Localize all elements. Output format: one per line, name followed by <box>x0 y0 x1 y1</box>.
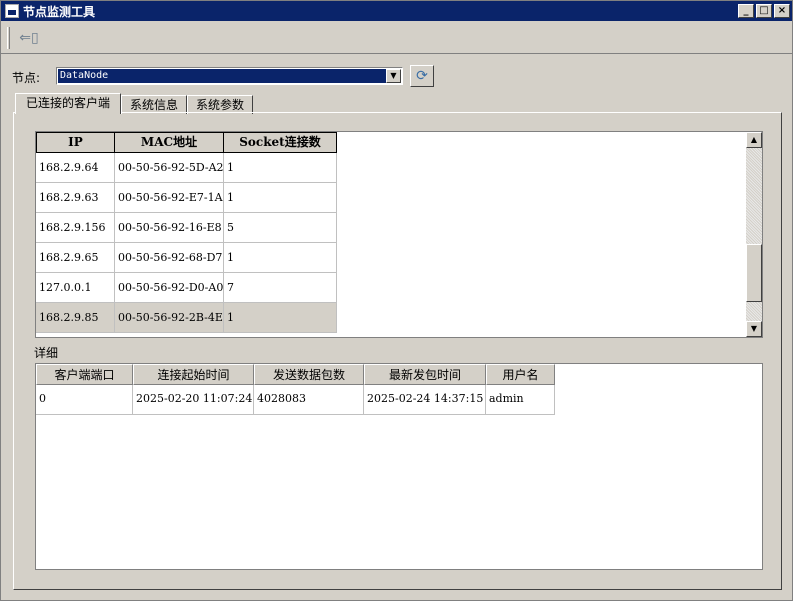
tab-strip: 已连接的客户端 系统信息 系统参数 <box>15 93 254 114</box>
column-header-ip[interactable]: IP <box>36 132 115 153</box>
column-header-socket-count[interactable]: Socket连接数 <box>224 132 337 153</box>
toolbar: ⇐▯ <box>1 22 792 54</box>
table-row[interactable]: 168.2.9.65 00-50-56-92-68-D7 1 <box>36 243 337 273</box>
disconnect-icon[interactable]: ⇐▯ <box>17 27 41 49</box>
vertical-scrollbar[interactable]: ▲ ▼ <box>746 132 762 337</box>
refresh-icon: ⟳ <box>416 68 428 84</box>
column-header-username[interactable]: 用户名 <box>486 364 555 385</box>
scroll-up-icon[interactable]: ▲ <box>746 132 762 148</box>
node-select[interactable]: DataNode ▼ <box>56 67 403 85</box>
refresh-button[interactable]: ⟳ <box>410 65 434 87</box>
column-header-mac[interactable]: MAC地址 <box>115 132 224 153</box>
close-button[interactable]: × <box>774 4 790 18</box>
toolbar-grip[interactable] <box>7 27 10 49</box>
column-header-packet-count[interactable]: 发送数据包数 <box>254 364 364 385</box>
app-icon <box>5 4 19 18</box>
node-select-value: DataNode <box>58 69 386 83</box>
table-row[interactable]: 0 2025-02-20 11:07:24 4028083 2025-02-24… <box>36 385 555 415</box>
table-row[interactable]: 127.0.0.1 00-50-56-92-D0-A0 7 <box>36 273 337 303</box>
scroll-down-icon[interactable]: ▼ <box>746 321 762 337</box>
window-title: 节点监测工具 <box>23 4 96 19</box>
tab-connected-clients[interactable]: 已连接的客户端 <box>15 93 122 114</box>
main-window: 节点监测工具 _ □ × ⇐▯ 节点: DataNode ▼ ⟳ 已连接的客户端… <box>0 0 793 601</box>
maximize-button[interactable]: □ <box>756 4 772 18</box>
minimize-button[interactable]: _ <box>738 4 754 18</box>
title-bar: 节点监测工具 _ □ × <box>1 1 792 21</box>
detail-table-header: 客户端端口 连接起始时间 发送数据包数 最新发包时间 用户名 <box>36 364 555 385</box>
table-row[interactable]: 168.2.9.64 00-50-56-92-5D-A2 1 <box>36 153 337 183</box>
chevron-down-icon[interactable]: ▼ <box>386 69 401 83</box>
detail-table: 客户端端口 连接起始时间 发送数据包数 最新发包时间 用户名 0 2025-02… <box>35 363 763 570</box>
column-header-start-time[interactable]: 连接起始时间 <box>133 364 254 385</box>
column-header-client-port[interactable]: 客户端端口 <box>36 364 133 385</box>
table-row-selected[interactable]: 168.2.9.85 00-50-56-92-2B-4E 1 <box>36 303 337 333</box>
clients-table: IP MAC地址 Socket连接数 168.2.9.64 00-50-56-9… <box>35 131 763 338</box>
node-label: 节点: <box>12 71 41 85</box>
table-row[interactable]: 168.2.9.63 00-50-56-92-E7-1A 1 <box>36 183 337 213</box>
column-header-last-send-time[interactable]: 最新发包时间 <box>364 364 486 385</box>
table-row[interactable]: 168.2.9.156 00-50-56-92-16-E8 5 <box>36 213 337 243</box>
scroll-thumb[interactable] <box>746 244 762 302</box>
detail-label: 详细 <box>34 346 59 360</box>
clients-table-header: IP MAC地址 Socket连接数 <box>36 132 337 153</box>
